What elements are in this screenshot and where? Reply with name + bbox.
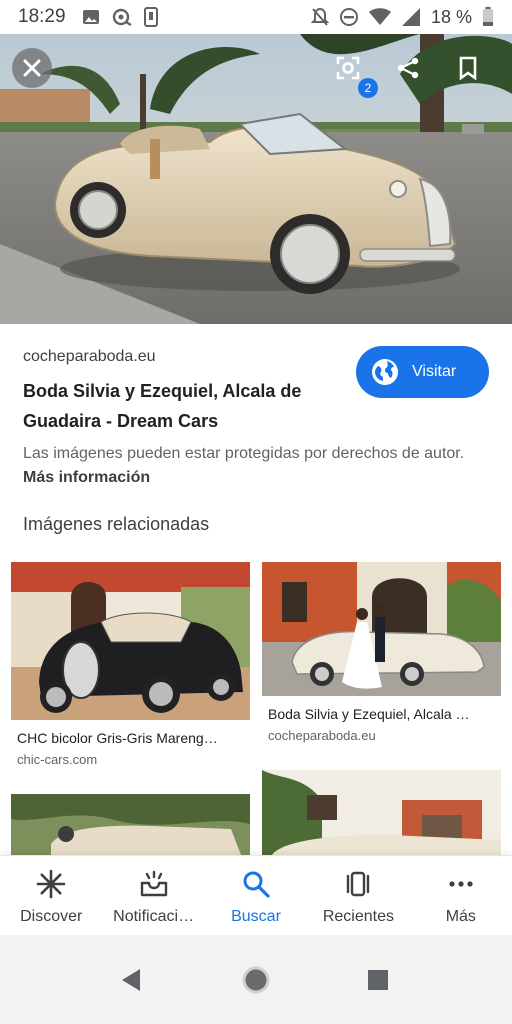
visit-label: Visitar: [412, 363, 457, 380]
bookmark-button[interactable]: [448, 48, 488, 88]
back-button[interactable]: [114, 963, 148, 997]
nav-label-more: Más: [445, 908, 476, 925]
nav-label-notifications: Notificaci…: [113, 908, 195, 925]
signal-icon: [401, 8, 420, 26]
battery-icon: [483, 7, 493, 26]
related-image-4[interactable]: [262, 770, 501, 855]
notifications-off-icon: [310, 7, 329, 26]
overview-button[interactable]: [361, 963, 395, 997]
nav-discover[interactable]: Discover: [0, 856, 102, 935]
wifi-icon: [368, 8, 391, 25]
nav-label-discover: Discover: [20, 908, 83, 925]
more-icon: [449, 881, 473, 887]
hero-image[interactable]: 2: [0, 34, 512, 324]
home-button[interactable]: [239, 963, 273, 997]
hero-car-photo: [0, 34, 512, 324]
black-beige-car-photo: [11, 562, 250, 720]
nav-notifications[interactable]: Notificaci…: [102, 856, 204, 935]
related-domain-2: cocheparaboda.eu: [268, 728, 376, 743]
result-title[interactable]: Boda Silvia y Ezequiel, Alcala de Guadai…: [23, 376, 343, 436]
inbox-icon: [140, 870, 167, 897]
related-heading: Imágenes relacionadas: [23, 514, 210, 534]
overview-square-icon: [368, 970, 388, 990]
source-domain[interactable]: cocheparaboda.eu: [23, 348, 156, 366]
search-icon: [243, 871, 270, 898]
related-image-1[interactable]: [11, 562, 250, 720]
image-icon: [82, 10, 99, 24]
phone-vibrate-icon: [143, 7, 158, 27]
bookmark-icon: [459, 56, 477, 80]
cream-car-garden-photo: [11, 794, 250, 855]
visit-button[interactable]: Visitar: [356, 346, 489, 398]
tabs-icon: [347, 871, 370, 897]
globe-icon: [372, 359, 398, 385]
battery-percent: 18 %: [430, 6, 472, 27]
related-caption-1[interactable]: CHC bicolor Gris-Gris Mareng…: [17, 730, 247, 746]
nav-label-recents: Recientes: [322, 908, 394, 925]
close-button[interactable]: [12, 48, 52, 88]
bottom-navigation: Discover Notificaci… Buscar Recientes Má…: [0, 855, 512, 935]
status-bar: 18:29 18 %: [0, 0, 512, 34]
nav-recents[interactable]: Recientes: [307, 856, 409, 935]
lens-count-badge: 2: [358, 78, 378, 98]
status-right-icons: 18 %: [310, 6, 494, 28]
nav-label-search: Buscar: [231, 908, 281, 925]
system-navigation-bar: [0, 935, 512, 1024]
notice-text: Las imágenes pueden estar protegidas por…: [23, 445, 465, 462]
assistant-icon: [112, 8, 132, 26]
status-left-icons: [82, 7, 158, 27]
more-info-link[interactable]: Más información: [23, 469, 150, 486]
asterisk-icon: [36, 869, 66, 899]
lens-icon: [336, 56, 360, 80]
nav-more[interactable]: Más: [410, 856, 512, 935]
copyright-notice: Las imágenes pueden estar protegidas por…: [23, 442, 493, 490]
share-icon: [397, 57, 419, 79]
back-triangle-icon: [122, 969, 140, 991]
wedding-couple-photo: [262, 562, 501, 696]
close-icon: [23, 59, 41, 77]
share-button[interactable]: [388, 48, 428, 88]
related-image-3[interactable]: [11, 794, 250, 855]
related-caption-2[interactable]: Boda Silvia y Ezequiel, Alcala …: [268, 706, 498, 722]
dnd-icon: [339, 8, 358, 26]
car-venue-photo: [262, 770, 501, 855]
home-circle-icon: [242, 966, 270, 994]
nav-search[interactable]: Buscar: [205, 856, 307, 935]
related-image-2[interactable]: [262, 562, 501, 696]
related-domain-1: chic-cars.com: [17, 752, 98, 767]
status-time: 18:29: [18, 6, 66, 27]
